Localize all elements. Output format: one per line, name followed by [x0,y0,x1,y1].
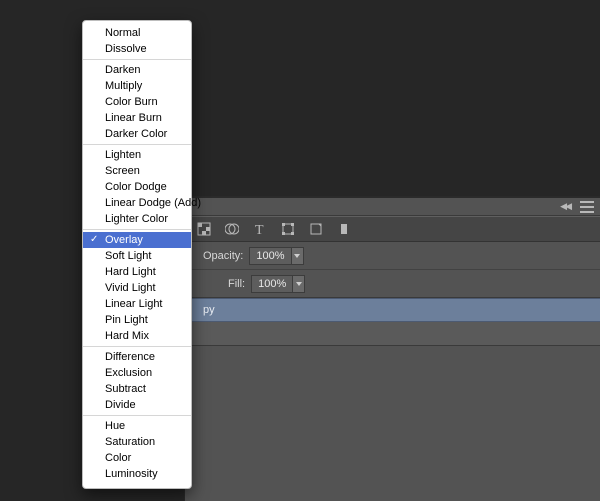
blend-mode-label: Normal [105,27,140,39]
blend-mode-label: Luminosity [105,468,158,480]
filter-smartobject-icon[interactable] [307,220,325,238]
blend-mode-item-hard-light[interactable]: Hard Light [83,264,191,280]
checkmark-icon: ✓ [90,233,98,247]
blend-mode-label: Vivid Light [105,282,156,294]
layer-name: py [203,304,215,316]
blend-mode-item-hard-mix[interactable]: Hard Mix [83,328,191,344]
blend-mode-label: Color Dodge [105,181,167,193]
blend-mode-item-hue[interactable]: Hue [83,418,191,434]
filter-rect-icon[interactable] [335,220,353,238]
blend-mode-label: Saturation [105,436,155,448]
blend-mode-label: Hard Light [105,266,156,278]
blend-mode-label: Darker Color [105,128,167,140]
layer-row-selected[interactable]: py [185,298,600,322]
blend-mode-item-color-burn[interactable]: Color Burn [83,94,191,110]
blend-mode-label: Color Burn [105,96,158,108]
blend-mode-item-pin-light[interactable]: Pin Light [83,312,191,328]
fill-label: Fill: [228,278,245,290]
layer-row[interactable] [185,322,600,346]
blend-mode-item-normal[interactable]: Normal [83,25,191,41]
blend-mode-item-subtract[interactable]: Subtract [83,381,191,397]
blend-mode-item-screen[interactable]: Screen [83,163,191,179]
filter-pixel-icon[interactable] [195,220,213,238]
panel-topbar: ◀◀ [185,198,600,216]
blend-mode-item-soft-light[interactable]: Soft Light [83,248,191,264]
blend-mode-menu: Normal Dissolve Darken Multiply Color Burn Li… [82,20,192,489]
menu-separator [83,415,191,416]
blend-mode-label: Color [105,452,131,464]
blend-mode-label: Linear Dodge (Add) [105,197,201,209]
blend-mode-label: Divide [105,399,136,411]
blend-mode-label: Dissolve [105,43,147,55]
blend-mode-item-saturation[interactable]: Saturation [83,434,191,450]
opacity-dropdown-button[interactable] [292,247,304,265]
chevron-down-icon [296,282,302,286]
svg-text:T: T [255,223,264,236]
blend-mode-label: Lighter Color [105,213,168,225]
filter-adjustment-icon[interactable] [223,220,241,238]
blend-mode-item-lighten[interactable]: Lighten [83,147,191,163]
blend-mode-label: Hard Mix [105,330,149,342]
blend-mode-item-color[interactable]: Color [83,450,191,466]
menu-separator [83,59,191,60]
menu-separator [83,346,191,347]
layers-panel: ◀◀ T Opacity: 100% Fill: 100% py [185,197,600,501]
blend-mode-label: Lighten [105,149,141,161]
blend-mode-item-divide[interactable]: Divide [83,397,191,413]
blend-opacity-row: Opacity: 100% [185,242,600,270]
opacity-field[interactable]: 100% [249,247,291,265]
blend-mode-item-linear-dodge-add-[interactable]: Linear Dodge (Add) [83,195,191,211]
blend-mode-item-overlay[interactable]: ✓ Overlay [83,232,191,248]
lock-fill-row: Fill: 100% [185,270,600,298]
blend-mode-label: Multiply [105,80,142,92]
blend-mode-item-exclusion[interactable]: Exclusion [83,365,191,381]
blend-mode-item-multiply[interactable]: Multiply [83,78,191,94]
blend-mode-item-vivid-light[interactable]: Vivid Light [83,280,191,296]
blend-mode-label: Subtract [105,383,146,395]
blend-mode-label: Pin Light [105,314,148,326]
menu-separator [83,229,191,230]
collapse-icon[interactable]: ◀◀ [560,202,570,211]
blend-mode-label: Hue [105,420,125,432]
blend-mode-item-linear-burn[interactable]: Linear Burn [83,110,191,126]
blend-mode-item-luminosity[interactable]: Luminosity [83,466,191,482]
blend-mode-item-difference[interactable]: Difference [83,349,191,365]
fill-field[interactable]: 100% [251,275,293,293]
layer-filter-toolbar: T [185,216,600,242]
filter-shape-icon[interactable] [279,220,297,238]
blend-mode-item-darker-color[interactable]: Darker Color [83,126,191,142]
blend-mode-label: Overlay [105,234,143,246]
opacity-label: Opacity: [203,250,243,262]
chevron-down-icon [294,254,300,258]
blend-mode-item-lighter-color[interactable]: Lighter Color [83,211,191,227]
panel-menu-icon[interactable] [580,201,594,213]
blend-mode-label: Soft Light [105,250,151,262]
blend-mode-label: Exclusion [105,367,152,379]
blend-mode-label: Difference [105,351,155,363]
menu-separator [83,144,191,145]
blend-mode-item-linear-light[interactable]: Linear Light [83,296,191,312]
blend-mode-label: Screen [105,165,140,177]
fill-dropdown-button[interactable] [293,275,305,293]
blend-mode-item-color-dodge[interactable]: Color Dodge [83,179,191,195]
blend-mode-item-darken[interactable]: Darken [83,62,191,78]
filter-type-icon[interactable]: T [251,220,269,238]
blend-mode-label: Darken [105,64,140,76]
blend-mode-label: Linear Burn [105,112,162,124]
blend-mode-item-dissolve[interactable]: Dissolve [83,41,191,57]
blend-mode-label: Linear Light [105,298,163,310]
